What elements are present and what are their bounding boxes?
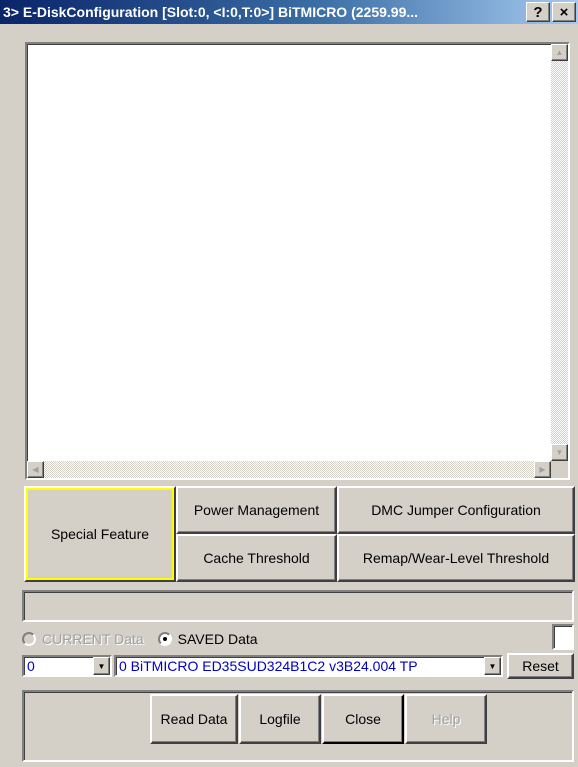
vertical-scrollbar[interactable]: ▲ ▼ xyxy=(551,44,568,461)
reset-button-label: Reset xyxy=(522,658,559,674)
horizontal-scrollbar[interactable]: ◀ ▶ xyxy=(27,461,551,478)
tab-remap-wear-level-threshold[interactable]: Remap/Wear-Level Threshold xyxy=(337,534,575,582)
status-bar xyxy=(22,590,574,622)
scroll-down-arrow-icon[interactable]: ▼ xyxy=(551,444,568,461)
chevron-down-icon[interactable]: ▼ xyxy=(484,657,501,675)
option-checkbox[interactable] xyxy=(552,624,574,650)
index-select-value: 0 xyxy=(27,658,35,674)
help-icon: ? xyxy=(533,3,543,21)
tab-power-management[interactable]: Power Management xyxy=(176,486,337,534)
tab-special-feature[interactable]: Special Feature xyxy=(24,486,176,582)
chevron-down-icon[interactable]: ▼ xyxy=(93,657,110,675)
index-select[interactable]: 0 ▼ xyxy=(22,655,112,677)
logfile-label: Logfile xyxy=(259,711,301,727)
logfile-button[interactable]: Logfile xyxy=(239,694,321,744)
tab-cache-threshold-label: Cache Threshold xyxy=(203,550,310,566)
scroll-up-arrow-icon[interactable]: ▲ xyxy=(551,44,568,61)
current-data-label: CURRENT Data xyxy=(42,631,144,647)
tab-special-feature-label: Special Feature xyxy=(50,526,150,542)
output-text-area[interactable]: ▲ ▼ ◀ ▶ xyxy=(25,42,570,480)
scroll-right-arrow-icon[interactable]: ▶ xyxy=(534,461,551,478)
reset-button[interactable]: Reset xyxy=(507,653,574,679)
close-label: Close xyxy=(345,711,381,727)
data-source-radio-group: CURRENT Data SAVED Data xyxy=(22,628,258,650)
saved-data-radio[interactable] xyxy=(157,632,172,646)
help-title-button[interactable]: ? xyxy=(526,2,550,22)
tab-dmc-jumper-label: DMC Jumper Configuration xyxy=(371,502,541,518)
window-title: 3> E-DiskConfiguration [Slot:0, <I:0,T:0… xyxy=(3,4,419,20)
tab-remap-wear-label: Remap/Wear-Level Threshold xyxy=(362,550,550,566)
tab-dmc-jumper-configuration[interactable]: DMC Jumper Configuration xyxy=(337,486,575,534)
close-button[interactable]: Close xyxy=(322,694,404,744)
device-select[interactable]: 0 BiTMICRO ED35SUD324B1C2 v3B24.004 TP ▼ xyxy=(114,655,503,677)
scroll-left-arrow-icon[interactable]: ◀ xyxy=(27,461,44,478)
help-label: Help xyxy=(431,711,461,727)
close-title-button[interactable]: × xyxy=(552,2,576,22)
read-data-button[interactable]: Read Data xyxy=(150,694,238,744)
device-select-value: 0 BiTMICRO ED35SUD324B1C2 v3B24.004 TP xyxy=(119,658,418,674)
title-bar: 3> E-DiskConfiguration [Slot:0, <I:0,T:0… xyxy=(0,0,578,24)
scrollbar-corner xyxy=(551,461,568,478)
saved-data-label: SAVED Data xyxy=(177,631,258,647)
tab-power-management-label: Power Management xyxy=(193,502,320,518)
close-icon: × xyxy=(559,3,569,21)
read-data-label: Read Data xyxy=(160,711,228,727)
current-data-radio[interactable] xyxy=(22,632,36,646)
tab-cache-threshold[interactable]: Cache Threshold xyxy=(176,534,337,582)
help-button[interactable]: Help xyxy=(405,694,487,744)
